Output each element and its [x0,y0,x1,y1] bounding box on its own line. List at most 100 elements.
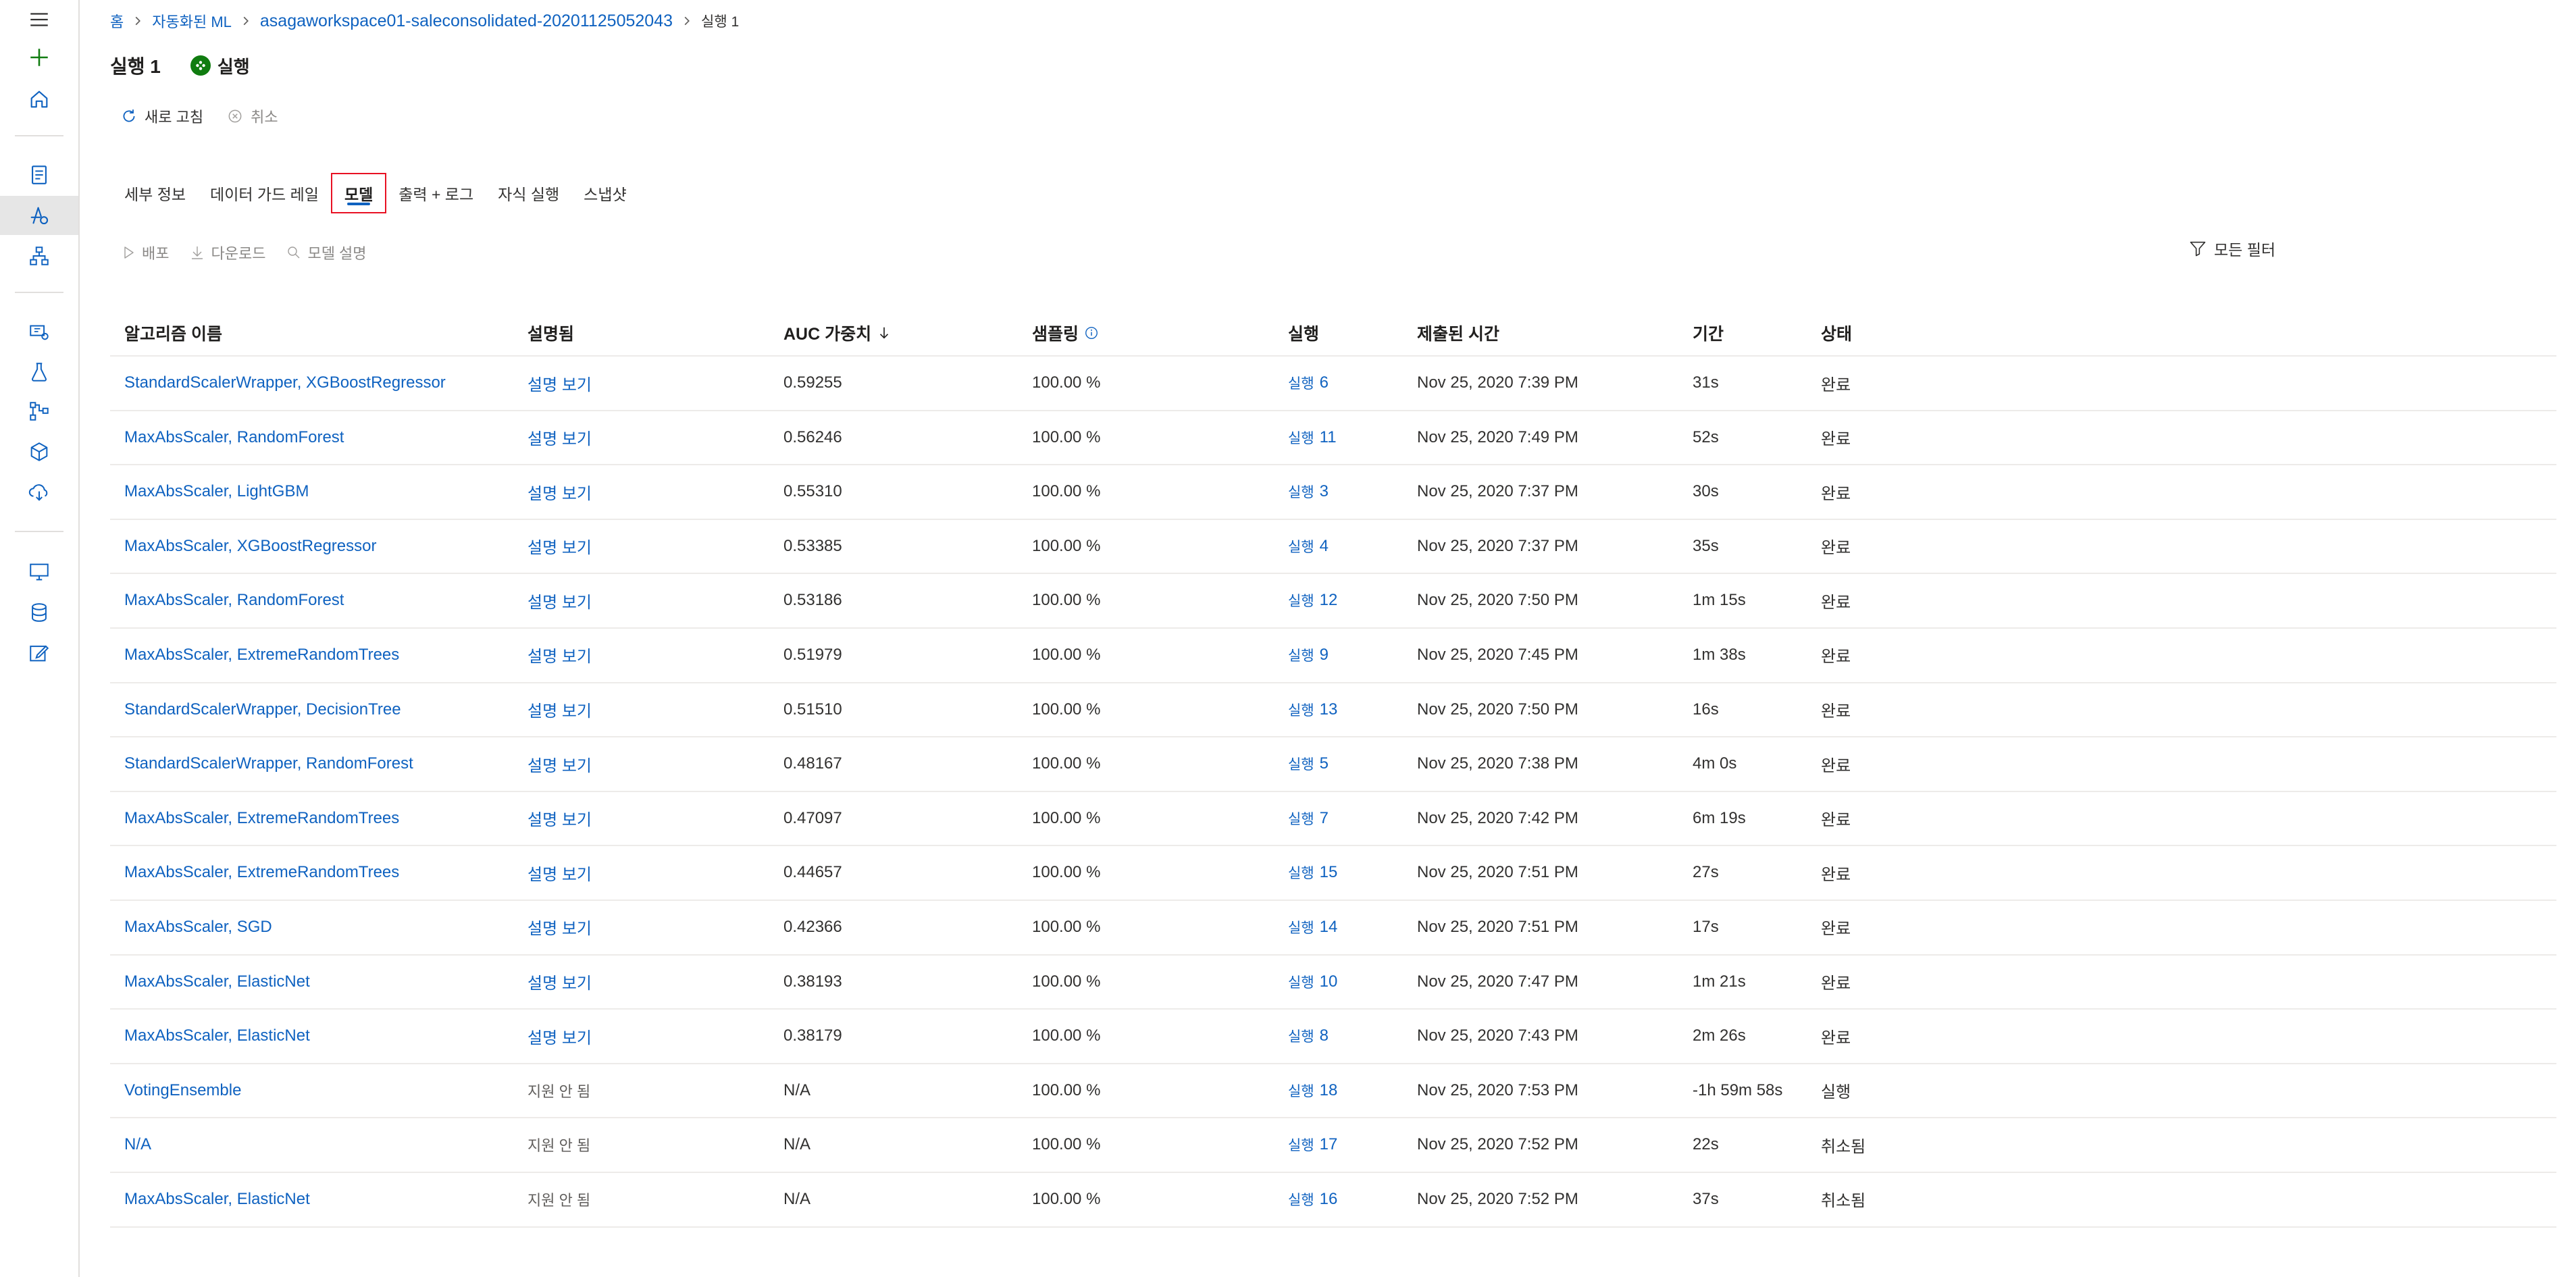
table-row[interactable]: MaxAbsScaler, XGBoostRegressor 설명 보기 0.533… [110,520,2556,575]
algorithm-name-link[interactable]: MaxAbsScaler, ExtremeRandomTrees [124,846,399,899]
run-link[interactable]: 실행 12 [1288,574,1337,627]
column-header-explained[interactable]: 설명됨 [527,311,574,355]
explanation-cell[interactable]: 설명 보기 [527,901,592,954]
column-header-run[interactable]: 실행 [1288,311,1319,355]
run-link[interactable]: 실행 13 [1288,683,1337,736]
explanation-cell[interactable]: 설명 보기 [527,846,592,899]
column-header-auc[interactable]: AUC 가중치 [783,311,892,355]
run-link[interactable]: 실행 18 [1288,1064,1337,1117]
column-header-duration[interactable]: 기간 [1693,311,1724,355]
algorithm-name-link[interactable]: MaxAbsScaler, RandomForest [124,574,344,627]
labeling-icon[interactable] [0,633,78,673]
run-link[interactable]: 실행 5 [1288,737,1329,790]
explanation-cell[interactable]: 설명 보기 [527,520,592,573]
automl-icon[interactable] [0,196,78,235]
column-header-submitted[interactable]: 제출된 시간 [1417,311,1499,355]
datasets-icon[interactable] [0,312,78,351]
endpoints-icon[interactable] [0,473,78,512]
table-row[interactable]: MaxAbsScaler, RandomForest 설명 보기 0.56246 10… [110,411,2556,466]
algorithm-name-link[interactable]: MaxAbsScaler, XGBoostRegressor [124,520,377,573]
run-link[interactable]: 실행 3 [1288,465,1329,518]
table-row[interactable]: MaxAbsScaler, LightGBM 설명 보기 0.55310 100.00… [110,465,2556,520]
tab-data-guardrails[interactable]: 데이터 가드 레일 [198,174,331,212]
table-row[interactable]: StandardScalerWrapper, RandomForest 설명 보기… [110,737,2556,792]
explanation-cell[interactable]: 설명 보기 [527,792,592,845]
home-icon[interactable] [0,80,78,119]
explanation-cell[interactable]: 설명 보기 [527,683,592,736]
menu-icon[interactable] [0,0,78,39]
table-row[interactable]: StandardScalerWrapper, DecisionTree 설명 보기… [110,683,2556,738]
table-row[interactable]: MaxAbsScaler, ElasticNet 설명 보기 0.38193 100.… [110,956,2556,1010]
table-row[interactable]: MaxAbsScaler, ElasticNet 설명 보기 0.38179 100.… [110,1010,2556,1064]
run-link[interactable]: 실행 15 [1288,846,1337,899]
run-link[interactable]: 실행 17 [1288,1118,1337,1171]
run-link[interactable]: 실행 8 [1288,1010,1329,1062]
tab-details[interactable]: 세부 정보 [112,174,198,212]
designer-icon[interactable] [0,236,78,276]
explanation-cell[interactable]: 설명 보기 [527,956,592,1008]
run-link[interactable]: 실행 4 [1288,520,1329,573]
tab-snapshot[interactable]: 스냅샷 [571,174,638,212]
cancel-button[interactable]: 취소 [226,105,278,127]
compute-icon[interactable] [0,552,78,592]
models-icon[interactable] [0,432,78,471]
run-link[interactable]: 실행 11 [1288,411,1337,464]
table-row[interactable]: MaxAbsScaler, ExtremeRandomTrees 설명 보기 0.4… [110,792,2556,847]
breadcrumb-experiment[interactable]: asagaworkspace01-saleconsolidated-202011… [260,11,673,31]
table-row[interactable]: MaxAbsScaler, ElasticNet 지원 안 됨 N/A 100.00 … [110,1173,2556,1228]
explain-model-button[interactable]: 모델 설명 [286,242,367,263]
auc-weighted-value: 0.38179 [783,1026,842,1045]
algorithm-name-link[interactable]: MaxAbsScaler, ElasticNet [124,1010,310,1062]
run-link[interactable]: 실행 14 [1288,901,1337,954]
algorithm-name-link[interactable]: VotingEnsemble [124,1064,241,1117]
explanation-cell[interactable]: 설명 보기 [527,1010,592,1062]
explanation-cell[interactable]: 설명 보기 [527,357,592,409]
tab-outputs-logs[interactable]: 출력 + 로그 [386,174,486,212]
run-link[interactable]: 실행 16 [1288,1173,1337,1226]
table-row[interactable]: MaxAbsScaler, ExtremeRandomTrees 설명 보기 0.5… [110,629,2556,683]
deploy-button[interactable]: 배포 [120,242,169,263]
algorithm-name-link[interactable]: StandardScalerWrapper, XGBoostRegressor [124,357,446,409]
table-row[interactable]: MaxAbsScaler, RandomForest 설명 보기 0.53186 10… [110,574,2556,629]
column-header-sampling[interactable]: 샘플링 [1032,311,1099,355]
run-link[interactable]: 실행 10 [1288,956,1337,1008]
algorithm-name-link[interactable]: StandardScalerWrapper, DecisionTree [124,683,401,736]
algorithm-name-link[interactable]: MaxAbsScaler, ExtremeRandomTrees [124,629,399,681]
explanation-cell[interactable]: 설명 보기 [527,465,592,518]
notebook-icon[interactable] [0,155,78,194]
algorithm-name-link[interactable]: N/A [124,1118,151,1171]
table-row[interactable]: N/A 지원 안 됨 N/A 100.00 % 실행 17 Nov 25, 2020 7:5… [110,1118,2556,1173]
experiments-icon[interactable] [0,353,78,392]
pipelines-icon[interactable] [0,392,78,431]
algorithm-name-link[interactable]: MaxAbsScaler, ElasticNet [124,1173,310,1226]
algorithm-name-link[interactable]: MaxAbsScaler, ExtremeRandomTrees [124,792,399,845]
breadcrumb-home[interactable]: 홈 [110,10,124,32]
tab-child-runs[interactable]: 자식 실행 [486,174,571,212]
algorithm-name-link[interactable]: MaxAbsScaler, LightGBM [124,465,309,518]
explanation-cell[interactable]: 설명 보기 [527,629,592,681]
refresh-button[interactable]: 새로 고침 [120,105,203,127]
download-button[interactable]: 다운로드 [189,242,265,263]
explanation-cell[interactable]: 설명 보기 [527,737,592,790]
run-link[interactable]: 실행 6 [1288,357,1329,409]
explanation-cell[interactable]: 설명 보기 [527,411,592,464]
datastores-icon[interactable] [0,593,78,632]
algorithm-name-link[interactable]: MaxAbsScaler, RandomForest [124,411,344,464]
table-row[interactable]: VotingEnsemble 지원 안 됨 N/A 100.00 % 실행 18 Nov 2… [110,1064,2556,1119]
table-row[interactable]: MaxAbsScaler, ExtremeRandomTrees 설명 보기 0.4… [110,846,2556,901]
algorithm-name-link[interactable]: MaxAbsScaler, ElasticNet [124,956,310,1008]
column-header-status[interactable]: 상태 [1821,311,1852,355]
info-icon[interactable] [1084,325,1099,340]
all-filters-button[interactable]: 모든 필터 [2188,234,2275,263]
table-row[interactable]: StandardScalerWrapper, XGBoostRegressor 설… [110,357,2556,411]
explanation-cell[interactable]: 설명 보기 [527,574,592,627]
run-link[interactable]: 실행 7 [1288,792,1329,845]
run-link[interactable]: 실행 9 [1288,629,1329,681]
tab-models[interactable]: 모델 [330,173,387,213]
add-icon[interactable] [0,38,78,77]
breadcrumb-automl[interactable]: 자동화된 ML [152,10,232,32]
algorithm-name-link[interactable]: MaxAbsScaler, SGD [124,901,272,954]
table-row[interactable]: MaxAbsScaler, SGD 설명 보기 0.42366 100.00 % 실행 1… [110,901,2556,956]
algorithm-name-link[interactable]: StandardScalerWrapper, RandomForest [124,737,413,790]
column-header-algorithm[interactable]: 알고리즘 이름 [124,311,222,355]
